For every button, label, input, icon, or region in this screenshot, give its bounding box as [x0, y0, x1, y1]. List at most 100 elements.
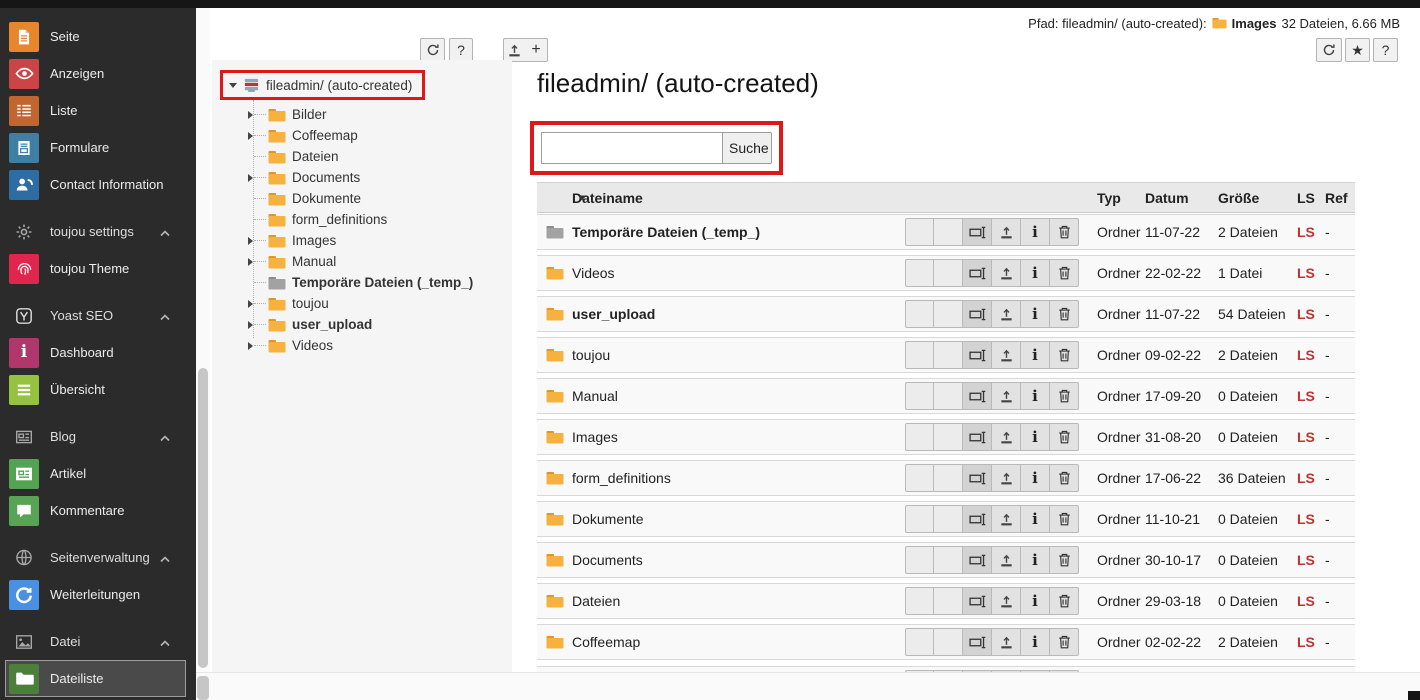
sidebar-item-artikel[interactable]: Artikel — [0, 455, 196, 492]
rename-button[interactable] — [963, 300, 992, 328]
tree-item-toujou[interactable]: toujou — [212, 293, 512, 314]
tree-item-tempor-re-dateien-temp-[interactable]: Temporäre Dateien (_temp_) — [212, 272, 512, 293]
tree-item-label[interactable]: Temporäre Dateien (_temp_) — [292, 275, 473, 290]
tree-item-user-upload[interactable]: user_upload — [212, 314, 512, 335]
rename-button[interactable] — [963, 382, 992, 410]
rename-button[interactable] — [963, 587, 992, 615]
sidebar-item-contact-information[interactable]: Contact Information — [0, 166, 196, 203]
tree-item-dateien[interactable]: Dateien — [212, 146, 512, 167]
file-name-link[interactable]: Documents — [572, 552, 643, 568]
chevron-up-icon[interactable] — [160, 550, 170, 565]
help-button[interactable]: ? — [1373, 38, 1398, 62]
info-button[interactable]: i — [1021, 464, 1050, 492]
info-button[interactable]: i — [1021, 341, 1050, 369]
delete-button[interactable] — [1050, 464, 1079, 492]
caret-right-icon[interactable] — [248, 237, 260, 245]
sidebar-item-anzeigen[interactable]: Anzeigen — [0, 55, 196, 92]
upload-button[interactable] — [992, 341, 1021, 369]
info-button[interactable]: i — [1021, 423, 1050, 451]
new-folder-button[interactable]: + — [525, 38, 548, 62]
ls-link[interactable]: LS — [1297, 470, 1315, 486]
tree-item-label[interactable]: Images — [292, 233, 336, 248]
tree-item-label[interactable]: Videos — [292, 338, 333, 353]
upload-button[interactable] — [992, 587, 1021, 615]
search-button[interactable]: Suche — [722, 132, 772, 164]
caret-right-icon[interactable] — [248, 342, 260, 350]
tree-item-videos[interactable]: Videos — [212, 335, 512, 356]
delete-button[interactable] — [1050, 341, 1079, 369]
bookmark-button[interactable]: ★ — [1345, 38, 1370, 62]
ls-link[interactable]: LS — [1297, 265, 1315, 281]
ls-link[interactable]: LS — [1297, 593, 1315, 609]
rename-button[interactable] — [963, 341, 992, 369]
upload-button[interactable] — [992, 423, 1021, 451]
delete-button[interactable] — [1050, 423, 1079, 451]
caret-down-icon[interactable] — [229, 83, 237, 88]
file-name-link[interactable]: Coffeemap — [572, 634, 640, 650]
tree-item-manual[interactable]: Manual — [212, 251, 512, 272]
reload-button[interactable] — [1316, 38, 1342, 62]
ls-link[interactable]: LS — [1297, 634, 1315, 650]
chevron-up-icon[interactable] — [160, 429, 170, 444]
upload-button[interactable] — [992, 464, 1021, 492]
delete-button[interactable] — [1050, 382, 1079, 410]
file-name-link[interactable]: toujou — [572, 347, 610, 363]
sidebar-item-toujou-settings[interactable]: toujou settings — [0, 213, 196, 250]
tree-item-coffeemap[interactable]: Coffeemap — [212, 125, 512, 146]
caret-right-icon[interactable] — [248, 174, 260, 182]
upload-button[interactable] — [992, 300, 1021, 328]
upload-button[interactable] — [992, 259, 1021, 287]
tree-root-label[interactable]: fileadmin/ (auto-created) — [266, 78, 412, 93]
upload-button[interactable] — [992, 505, 1021, 533]
file-name-link[interactable]: user_upload — [572, 306, 655, 322]
info-button[interactable]: i — [1021, 505, 1050, 533]
tree-item-label[interactable]: Documents — [292, 170, 360, 185]
tree-item-label[interactable]: Manual — [292, 254, 336, 269]
delete-button[interactable] — [1050, 300, 1079, 328]
delete-button[interactable] — [1050, 628, 1079, 656]
tree-item-label[interactable]: form_definitions — [292, 212, 387, 227]
rename-button[interactable] — [963, 505, 992, 533]
delete-button[interactable] — [1050, 505, 1079, 533]
tree-refresh-button[interactable] — [420, 38, 445, 62]
upload-files-button[interactable] — [503, 38, 526, 62]
rename-button[interactable] — [963, 464, 992, 492]
rename-button[interactable] — [963, 423, 992, 451]
tree-item-label[interactable]: toujou — [292, 296, 329, 311]
tree-item-label[interactable]: Dokumente — [292, 191, 361, 206]
caret-right-icon[interactable] — [248, 258, 260, 266]
sidebar-item-liste[interactable]: Liste — [0, 92, 196, 129]
file-name-link[interactable]: form_definitions — [572, 470, 671, 486]
tree-root-highlight[interactable]: fileadmin/ (auto-created) — [220, 70, 425, 100]
sidebar-item-seitenverwaltung[interactable]: Seitenverwaltung — [0, 539, 196, 576]
delete-button[interactable] — [1050, 587, 1079, 615]
tree-item-form-definitions[interactable]: form_definitions — [212, 209, 512, 230]
ls-link[interactable]: LS — [1297, 429, 1315, 445]
info-button[interactable]: i — [1021, 218, 1050, 246]
scrollbar-thumb-bottom[interactable] — [197, 676, 209, 700]
sidebar-scrollbar[interactable] — [196, 8, 210, 672]
sidebar-item-formulare[interactable]: Formulare — [0, 129, 196, 166]
info-button[interactable]: i — [1021, 382, 1050, 410]
sidebar-item-weiterleitungen[interactable]: Weiterleitungen — [0, 576, 196, 613]
tree-item-bilder[interactable]: Bilder — [212, 104, 512, 125]
file-name-link[interactable]: Temporäre Dateien (_temp_) — [572, 224, 760, 240]
delete-button[interactable] — [1050, 546, 1079, 574]
upload-button[interactable] — [992, 546, 1021, 574]
caret-right-icon[interactable] — [248, 132, 260, 140]
tree-item-documents[interactable]: Documents — [212, 167, 512, 188]
tree-item-label[interactable]: Dateien — [292, 149, 339, 164]
file-name-link[interactable]: Dateien — [572, 593, 620, 609]
chevron-up-icon[interactable] — [160, 224, 170, 239]
sidebar-item-dashboard[interactable]: iDashboard — [0, 334, 196, 371]
rename-button[interactable] — [963, 546, 992, 574]
caret-right-icon[interactable] — [248, 321, 260, 329]
sidebar-item-blog[interactable]: Blog — [0, 418, 196, 455]
rename-button[interactable] — [963, 259, 992, 287]
upload-button[interactable] — [992, 628, 1021, 656]
info-button[interactable]: i — [1021, 259, 1050, 287]
upload-button[interactable] — [992, 218, 1021, 246]
ls-link[interactable]: LS — [1297, 306, 1315, 322]
file-name-link[interactable]: Videos — [572, 265, 615, 281]
tree-item-label[interactable]: user_upload — [292, 317, 372, 332]
